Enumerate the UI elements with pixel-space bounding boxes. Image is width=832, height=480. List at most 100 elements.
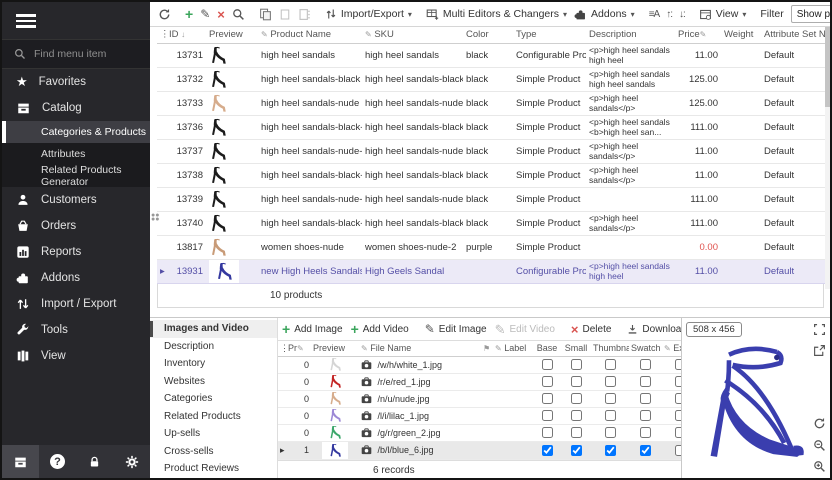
swatch-checkbox[interactable] — [640, 393, 651, 404]
col-product-name[interactable]: ✎ Product Name — [258, 27, 362, 43]
col-color[interactable]: Color — [463, 27, 513, 43]
import-export-menu[interactable]: Import/Export▾ — [325, 8, 412, 20]
add-video-button[interactable]: +Add Video — [351, 322, 409, 336]
detail-tab[interactable]: Images and Video — [150, 320, 277, 338]
menu-search-input[interactable] — [34, 48, 134, 60]
swatch-checkbox[interactable] — [640, 359, 651, 370]
col-flag[interactable]: ⚑ — [481, 341, 493, 356]
swatch-checkbox[interactable] — [640, 410, 651, 421]
base-checkbox[interactable] — [542, 445, 553, 456]
sidebar-item-categories-products[interactable]: Categories & Products — [2, 121, 150, 143]
detail-tab[interactable]: Up-sells — [150, 425, 277, 443]
col-weight[interactable]: Weight — [721, 27, 761, 43]
detail-tab[interactable]: Description — [150, 338, 277, 356]
filter-select[interactable]: Show products from selected categories ▾ — [791, 5, 832, 23]
small-checkbox[interactable] — [571, 393, 582, 404]
lock-button[interactable] — [76, 445, 113, 478]
sidebar-item-reports[interactable]: Reports — [2, 239, 150, 265]
sidebar-item-catalog[interactable]: Catalog — [2, 95, 150, 121]
sidebar-item-orders[interactable]: Orders — [2, 213, 150, 239]
col-pr[interactable]: Pr✎ — [286, 341, 311, 356]
product-row[interactable]: ▸ 13738 high heel sandals-black-37 high … — [157, 163, 828, 187]
grid-vertical-scrollbar[interactable] — [825, 27, 830, 289]
thumbnail-checkbox[interactable] — [605, 410, 616, 421]
thumbnail-checkbox[interactable] — [605, 376, 616, 387]
col-description[interactable]: Description — [586, 27, 675, 43]
thumbnail-checkbox[interactable] — [605, 359, 616, 370]
col-attribute-set[interactable]: Attribute Set Name — [761, 27, 828, 43]
edit-video-button[interactable]: ✎Edit Video — [495, 323, 555, 336]
base-checkbox[interactable] — [542, 410, 553, 421]
sidebar-item-attributes[interactable]: Attributes — [2, 143, 150, 165]
addons-menu[interactable]: Addons▾ — [574, 8, 635, 21]
sidebar-search[interactable] — [2, 39, 150, 69]
store-button[interactable] — [2, 445, 39, 478]
open-external-icon[interactable] — [813, 344, 826, 357]
delete-image-button[interactable]: ×Delete — [571, 323, 612, 336]
paste-special-button[interactable] — [298, 8, 311, 21]
detail-tab[interactable]: Categories — [150, 390, 277, 408]
base-checkbox[interactable] — [542, 427, 553, 438]
col-id[interactable]: ID ↓ — [166, 27, 206, 43]
zoom-out-icon[interactable] — [813, 439, 826, 452]
column-chooser[interactable]: ⋮ — [157, 27, 166, 43]
base-checkbox[interactable] — [542, 376, 553, 387]
small-checkbox[interactable] — [571, 427, 582, 438]
col-price[interactable]: Price✎ — [675, 27, 721, 43]
base-checkbox[interactable] — [542, 359, 553, 370]
add-image-button[interactable]: +Add Image — [282, 322, 343, 336]
col-sku[interactable]: ✎ SKU — [362, 27, 463, 43]
fullscreen-icon[interactable] — [813, 323, 826, 336]
sidebar-item-customers[interactable]: Customers — [2, 187, 150, 213]
swatch-checkbox[interactable] — [640, 427, 651, 438]
product-row[interactable]: ▸ 13733 high heel sandals-nude high heel… — [157, 91, 828, 115]
hamburger-menu-icon[interactable] — [2, 2, 150, 39]
help-button[interactable]: ? — [39, 445, 76, 478]
detail-tab[interactable]: Product Reviews — [150, 460, 277, 478]
small-checkbox[interactable] — [571, 410, 582, 421]
rotate-icon[interactable] — [813, 417, 826, 430]
delete-product-button[interactable]: × — [217, 8, 225, 21]
sidebar-item-import-export[interactable]: Import / Export — [2, 291, 150, 317]
image-row[interactable]: ▸ 0 /l/i/lilac_1.jp — [278, 407, 698, 424]
product-row[interactable]: ▸ 13737 high heel sandals-nude-36 high h… — [157, 139, 828, 163]
small-checkbox[interactable] — [571, 359, 582, 370]
search-products-button[interactable] — [232, 8, 245, 21]
detail-tab[interactable]: Related Products — [150, 408, 277, 426]
sidebar-item-addons[interactable]: Addons — [2, 265, 150, 291]
edit-product-button[interactable]: ✎ — [200, 8, 210, 20]
detail-tab[interactable]: Inventory — [150, 355, 277, 373]
base-checkbox[interactable] — [542, 393, 553, 404]
sidebar-splitter-handle[interactable]: ●●●● — [151, 214, 159, 222]
download-image-button[interactable]: Download Image — [627, 324, 681, 335]
col-label[interactable]: ✎ Label — [493, 341, 533, 356]
thumbnail-checkbox[interactable] — [605, 393, 616, 404]
copy-button[interactable] — [259, 8, 272, 21]
col-file-name[interactable]: ✎ File Name — [359, 341, 481, 356]
col-swatch[interactable]: Swatch — [629, 341, 662, 356]
detail-tab[interactable]: Websites — [150, 373, 277, 391]
image-row[interactable]: ▸ 0 /r/e/red_1.jpg — [278, 373, 698, 390]
swatch-checkbox[interactable] — [640, 445, 651, 456]
col-small[interactable]: Small — [561, 341, 591, 356]
thumbnail-checkbox[interactable] — [605, 427, 616, 438]
image-row[interactable]: ▸ 0 /n/u/nude.jpg — [278, 390, 698, 407]
image-row[interactable]: ▸ 1 /b/l/blue_6.jpg — [278, 441, 698, 459]
col-base[interactable]: Base — [533, 341, 561, 356]
col-type[interactable]: Type — [513, 27, 586, 43]
add-product-button[interactable]: + — [185, 7, 193, 21]
product-row[interactable]: ▸ 13931 new High Heels Sandals High Geel… — [157, 259, 828, 283]
sort-az-button[interactable]: ≡A — [649, 9, 660, 20]
expand-all-button[interactable]: ↑: — [666, 9, 672, 20]
paste-button[interactable] — [279, 8, 291, 21]
sidebar-item-tools[interactable]: Tools — [2, 317, 150, 343]
product-row[interactable]: ▸ 13731 high heel sandals high heel sand… — [157, 43, 828, 67]
zoom-in-icon[interactable] — [813, 460, 826, 473]
refresh-button[interactable] — [158, 8, 171, 21]
product-row[interactable]: ▸ 13732 high heel sandals-black high hee… — [157, 67, 828, 91]
product-row[interactable]: ▸ 13736 high heel sandals-black-36 high … — [157, 115, 828, 139]
settings-button[interactable] — [113, 445, 150, 478]
image-row[interactable]: ▸ 0 /w/h/white_1.jp — [278, 356, 698, 373]
detail-tab[interactable]: Cross-sells — [150, 443, 277, 461]
small-checkbox[interactable] — [571, 376, 582, 387]
